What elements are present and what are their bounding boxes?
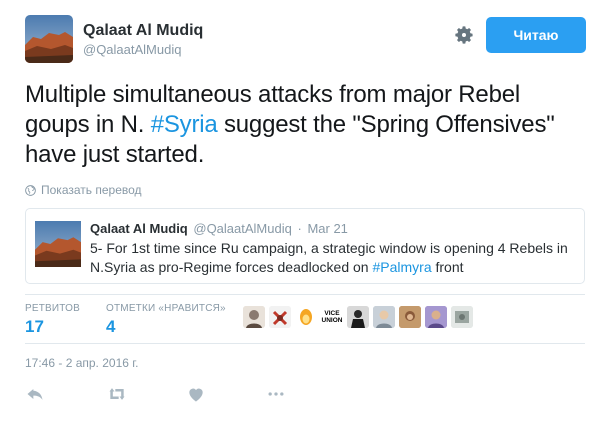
hashtag-palmyra[interactable]: #Palmyra xyxy=(372,259,431,275)
quoted-tweet-header: Qalaat Al Mudiq @QalaatAlMudiq · Mar 21 xyxy=(90,221,348,236)
quoted-tweet-text: 5- For 1st time since Ru campaign, a str… xyxy=(90,239,580,277)
liker-avatar-2[interactable] xyxy=(269,306,291,328)
retweet-icon[interactable] xyxy=(106,384,130,404)
like-icon[interactable] xyxy=(186,384,210,404)
tweet-text: Multiple simultaneous attacks from major… xyxy=(25,80,585,170)
vice-logo-line2: UNION xyxy=(321,317,343,324)
quoted-tweet-avatar xyxy=(35,221,81,267)
quoted-author-handle: @QalaatAlMudiq xyxy=(193,221,292,236)
globe-icon xyxy=(25,184,36,196)
liker-avatar-1[interactable] xyxy=(243,306,265,328)
tweet-timestamp[interactable]: 17:46 - 2 апр. 2016 г. xyxy=(25,356,139,370)
quoted-author-name: Qalaat Al Mudiq xyxy=(90,221,188,236)
liker-avatar-5[interactable] xyxy=(347,306,369,328)
quoted-text-part: 5- For 1st time since Ru campaign, a str… xyxy=(90,240,568,275)
divider xyxy=(25,294,585,295)
following-button[interactable]: Читаю xyxy=(486,17,586,53)
liker-avatar-8[interactable] xyxy=(425,306,447,328)
liker-avatar-3[interactable] xyxy=(295,306,317,328)
liker-avatar-7[interactable] xyxy=(399,306,421,328)
author-name[interactable]: Qalaat Al Mudiq xyxy=(83,22,203,40)
translate-label: Показать перевод xyxy=(41,183,142,197)
liker-avatar-vice[interactable]: VICE UNION xyxy=(321,306,343,328)
retweets-label: РЕТВИТОВ xyxy=(25,303,81,314)
likers-avatars: VICE UNION xyxy=(243,306,473,328)
likes-count[interactable]: 4 xyxy=(106,317,115,337)
divider xyxy=(25,343,585,344)
author-handle[interactable]: @QalaatAlMudiq xyxy=(83,42,181,57)
quoted-separator: · xyxy=(297,221,302,236)
liker-avatar-9[interactable] xyxy=(451,306,473,328)
liker-avatar-6[interactable] xyxy=(373,306,395,328)
vice-logo-line1: VICE xyxy=(324,310,340,317)
quoted-tweet[interactable]: Qalaat Al Mudiq @QalaatAlMudiq · Mar 21 … xyxy=(25,208,585,284)
more-icon[interactable] xyxy=(265,384,289,404)
author-avatar[interactable] xyxy=(25,15,73,63)
quoted-date: Mar 21 xyxy=(307,221,348,236)
hashtag-syria[interactable]: #Syria xyxy=(151,111,218,138)
retweets-count[interactable]: 17 xyxy=(25,317,44,337)
quoted-text-part: front xyxy=(431,259,464,275)
translate-link[interactable]: Показать перевод xyxy=(25,183,142,197)
gear-icon[interactable] xyxy=(453,24,475,46)
likes-label: ОТМЕТКИ «НРАВИТСЯ» xyxy=(106,303,226,314)
reply-icon[interactable] xyxy=(25,384,49,404)
